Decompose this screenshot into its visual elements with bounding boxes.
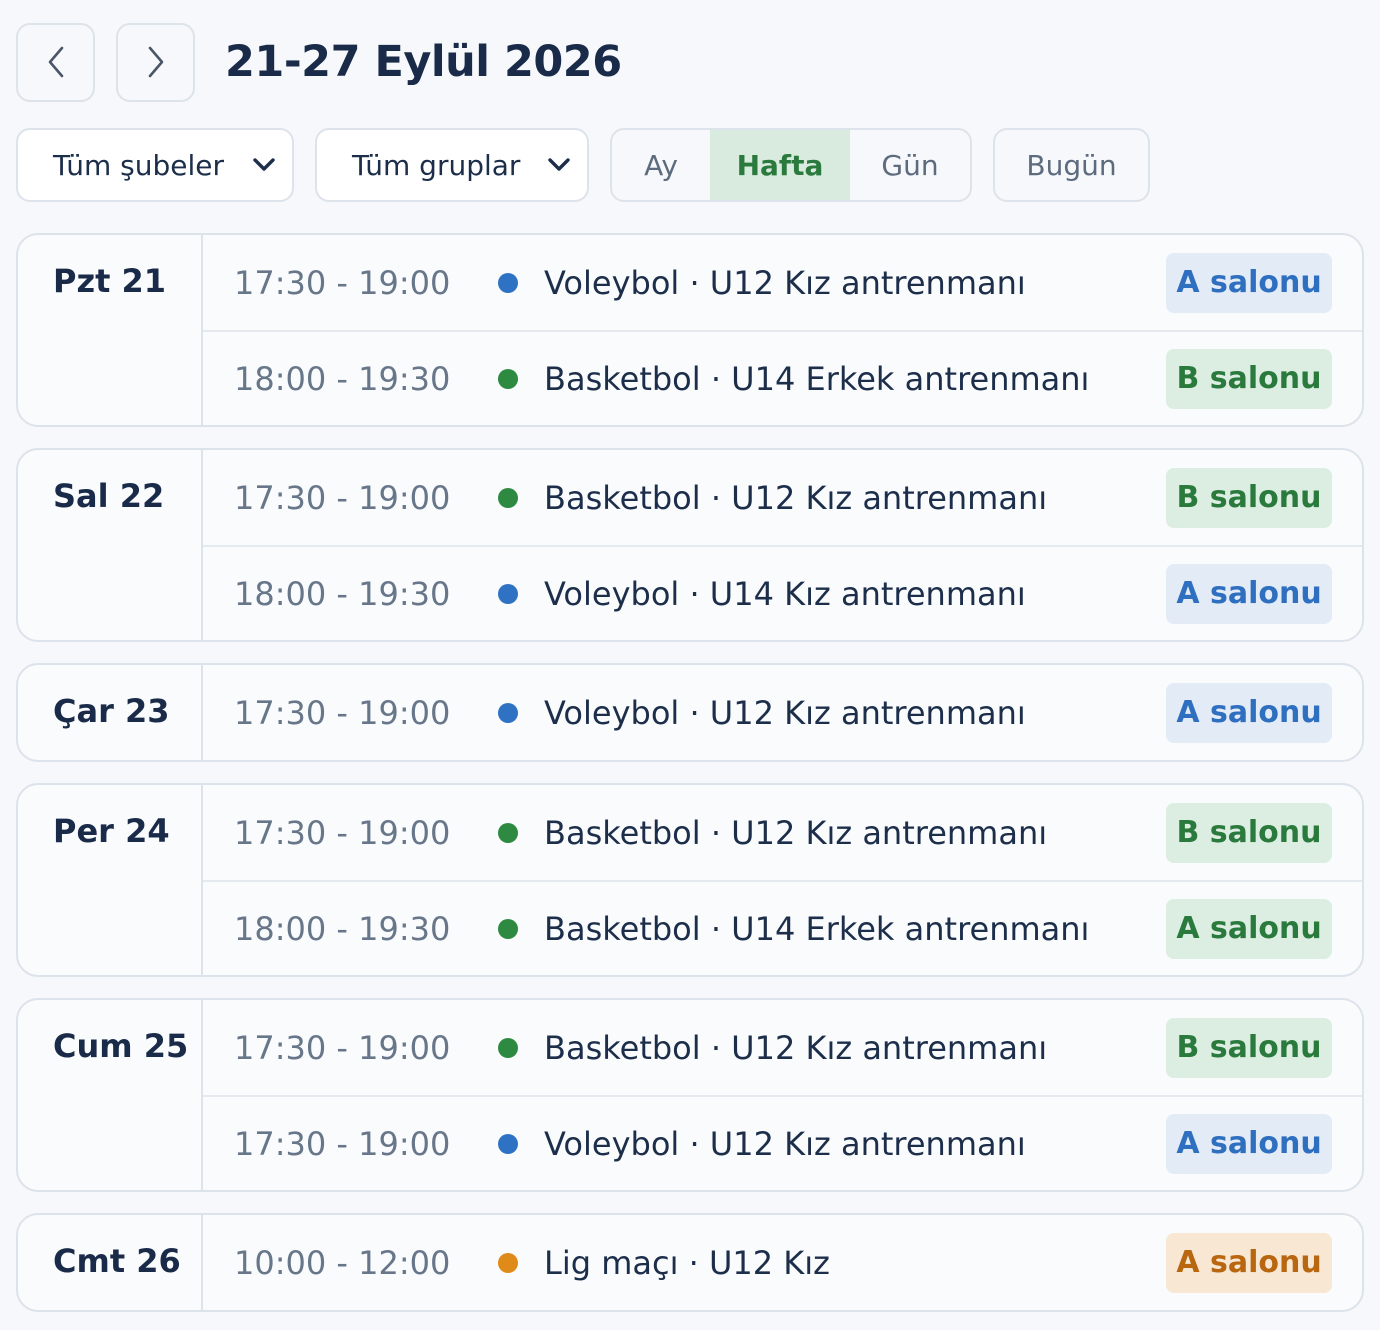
view-switcher: Ay Hafta Gün [610, 128, 972, 202]
event-time: 17:30 - 19:00 [234, 693, 451, 732]
sport-dot-icon [498, 918, 518, 939]
event-row[interactable]: 17:30 - 19:00 Basketbol · U12 Kız antren… [203, 450, 1362, 545]
chevron-right-icon [148, 46, 163, 78]
event-time: 17:30 - 19:00 [234, 263, 451, 302]
event-row[interactable]: 18:00 - 19:30 Voleybol · U14 Kız antrenm… [203, 545, 1362, 640]
event-list: 17:30 - 19:00 Basketbol · U12 Kız antren… [203, 1000, 1362, 1190]
event-time: 10:00 - 12:00 [234, 1243, 451, 1282]
day-card-tuesday: Sal 22 17:30 - 19:00 Basketbol · U12 Kız… [16, 448, 1364, 642]
event-time: 18:00 - 19:30 [234, 359, 451, 398]
tab-month[interactable]: Ay [612, 130, 710, 200]
tab-day[interactable]: Gün [850, 130, 970, 200]
day-card-monday: Pzt 21 17:30 - 19:00 Voleybol · U12 Kız … [16, 233, 1364, 427]
event-row[interactable]: 17:30 - 19:00 Voleybol · U12 Kız antrenm… [203, 235, 1362, 330]
hall-badge: B salonu [1166, 348, 1332, 409]
day-card-friday: Cum 25 17:30 - 19:00 Basketbol · U12 Kız… [16, 998, 1364, 1192]
day-label: Sal 22 [18, 450, 203, 640]
event-row[interactable]: 18:00 - 19:30 Basketbol · U14 Erkek antr… [203, 330, 1362, 425]
event-row[interactable]: 17:30 - 19:00 Basketbol · U12 Kız antren… [203, 785, 1362, 880]
page-title: 21-27 Eylül 2026 [225, 37, 622, 87]
sport-dot-icon [498, 1133, 518, 1154]
day-label: Cmt 26 [18, 1215, 203, 1310]
hall-badge: A salonu [1166, 563, 1332, 624]
tab-week[interactable]: Hafta [710, 130, 850, 200]
sport-dot-icon [498, 1252, 518, 1273]
group-select[interactable]: Tüm gruplar [315, 128, 589, 202]
event-row[interactable]: 18:00 - 19:30 Basketbol · U14 Erkek antr… [203, 880, 1362, 975]
hall-badge: A salonu [1166, 252, 1332, 313]
day-card-wednesday: Çar 23 17:30 - 19:00 Voleybol · U12 Kız … [16, 663, 1364, 762]
event-list: 17:30 - 19:00 Basketbol · U12 Kız antren… [203, 785, 1362, 975]
day-label: Çar 23 [18, 665, 203, 760]
header: 21-27 Eylül 2026 [16, 22, 622, 102]
event-time: 17:30 - 19:00 [234, 478, 451, 517]
branch-select[interactable]: Tüm şubeler [16, 128, 294, 202]
chevron-left-icon [48, 46, 63, 78]
day-label: Cum 25 [18, 1000, 203, 1190]
today-button[interactable]: Bugün [993, 128, 1150, 202]
event-row[interactable]: 10:00 - 12:00 Lig maçı · U12 Kız A salon… [203, 1215, 1362, 1310]
day-label: Per 24 [18, 785, 203, 975]
sport-dot-icon [498, 368, 518, 389]
hall-badge: B salonu [1166, 802, 1332, 863]
event-time: 17:30 - 19:00 [234, 813, 451, 852]
day-label: Pzt 21 [18, 235, 203, 425]
group-select-value: Tüm gruplar [352, 148, 521, 182]
event-row[interactable]: 17:30 - 19:00 Basketbol · U12 Kız antren… [203, 1000, 1362, 1095]
day-card-saturday: Cmt 26 10:00 - 12:00 Lig maçı · U12 Kız … [16, 1213, 1364, 1312]
event-time: 17:30 - 19:00 [234, 1028, 451, 1067]
hall-badge: A salonu [1166, 1113, 1332, 1174]
sport-dot-icon [498, 822, 518, 843]
sport-dot-icon [498, 272, 518, 293]
hall-badge: A salonu [1166, 682, 1332, 743]
sport-dot-icon [498, 702, 518, 723]
event-time: 17:30 - 19:00 [234, 1124, 451, 1163]
event-row[interactable]: 17:30 - 19:00 Voleybol · U12 Kız antrenm… [203, 665, 1362, 760]
sport-dot-icon [498, 583, 518, 604]
event-row[interactable]: 17:30 - 19:00 Voleybol · U12 Kız antrenm… [203, 1095, 1362, 1190]
event-list: 10:00 - 12:00 Lig maçı · U12 Kız A salon… [203, 1215, 1362, 1310]
chevron-down-icon [253, 158, 275, 171]
branch-select-value: Tüm şubeler [53, 148, 225, 182]
day-card-thursday: Per 24 17:30 - 19:00 Basketbol · U12 Kız… [16, 783, 1364, 977]
hall-badge: A salonu [1166, 1232, 1332, 1293]
chevron-down-icon [548, 158, 570, 171]
filter-bar: Tüm şubeler Tüm gruplar Ay Hafta Gün Bug… [16, 128, 1150, 202]
sport-dot-icon [498, 487, 518, 508]
event-list: 17:30 - 19:00 Basketbol · U12 Kız antren… [203, 450, 1362, 640]
event-list: 17:30 - 19:00 Voleybol · U12 Kız antrenm… [203, 235, 1362, 425]
sport-dot-icon [498, 1037, 518, 1058]
prev-week-button[interactable] [16, 22, 95, 102]
next-week-button[interactable] [116, 22, 195, 102]
event-time: 18:00 - 19:30 [234, 574, 451, 613]
event-time: 18:00 - 19:30 [234, 909, 451, 948]
hall-badge: B salonu [1166, 467, 1332, 528]
hall-badge: A salonu [1166, 898, 1332, 959]
hall-badge: B salonu [1166, 1017, 1332, 1078]
event-list: 17:30 - 19:00 Voleybol · U12 Kız antrenm… [203, 665, 1362, 760]
